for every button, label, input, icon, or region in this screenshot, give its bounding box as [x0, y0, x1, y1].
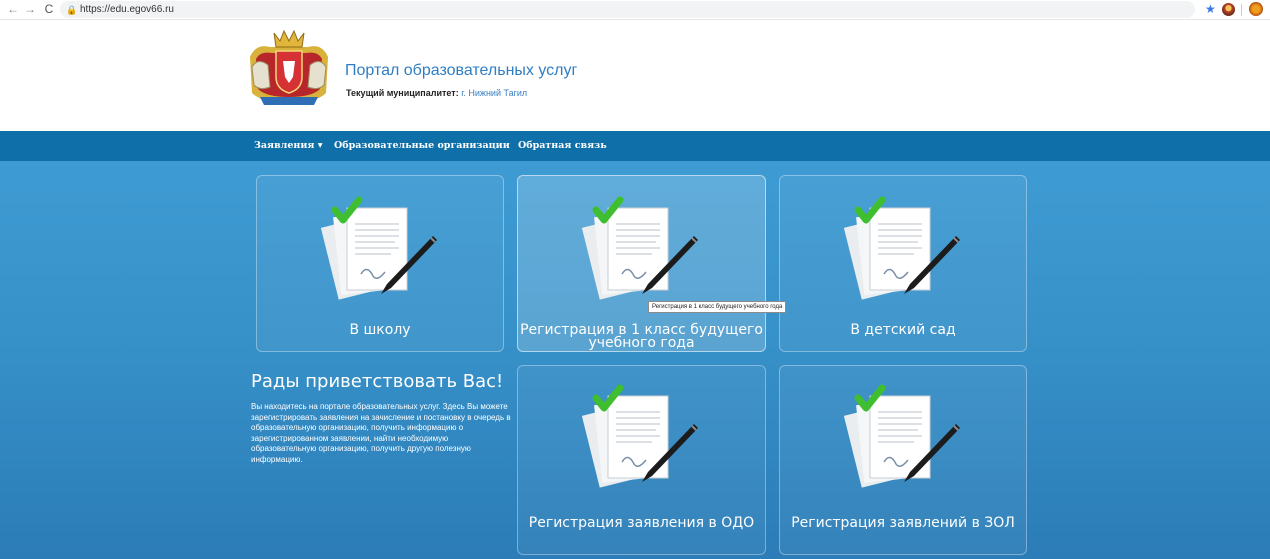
document-signing-icon: [843, 196, 960, 300]
tile-school[interactable]: В школу: [256, 175, 504, 352]
tile-label: Регистрация заявления в ОДО: [528, 515, 755, 531]
nav-applications-dropdown[interactable]: Заявления ▾: [254, 140, 322, 151]
document-signing-icon: [581, 384, 698, 488]
toolbar-divider: [1241, 4, 1242, 16]
tile-first-grade-registration[interactable]: Регистрация в 1 класс будущего учебного …: [517, 175, 766, 352]
document-signing-icon: [581, 196, 698, 300]
back-icon[interactable]: ←: [6, 2, 20, 16]
welcome-text: Вы находитесь на портале образовательных…: [251, 402, 511, 464]
current-municipality: Текущий муниципалитет: г. Нижний Тагил: [346, 88, 527, 98]
address-url[interactable]: https://edu.egov66.ru: [80, 3, 174, 17]
extension-icon[interactable]: [1249, 2, 1263, 16]
tile-tooltip: Регистрация в 1 класс будущего учебного …: [648, 301, 787, 313]
main-navigation: Заявления ▾ Образовательные организации …: [0, 131, 1270, 161]
tile-label: Регистрация в 1 класс будущего учебного …: [520, 322, 763, 351]
tile-label: В детский сад: [850, 322, 956, 338]
tile-label: Регистрация заявлений в ЗОЛ: [791, 515, 1015, 531]
bookmark-star-icon[interactable]: ★: [1205, 2, 1216, 16]
document-signing-icon: [843, 384, 960, 488]
coat-of-arms-icon[interactable]: [246, 27, 332, 107]
tile-odo-registration[interactable]: Регистрация заявления в ОДО: [517, 365, 766, 555]
address-bar[interactable]: [60, 1, 1195, 18]
tile-zol-registration[interactable]: Регистрация заявлений в ЗОЛ: [779, 365, 1027, 555]
tile-label: В школу: [349, 322, 411, 338]
main-content: В школу Регистрация в 1 класс будущего у…: [0, 161, 1270, 559]
municipality-link[interactable]: г. Нижний Тагил: [461, 88, 527, 98]
portal-title[interactable]: Портал образовательных услуг: [345, 62, 577, 80]
welcome-heading: Рады приветствовать Вас!: [251, 371, 504, 392]
nav-educational-organizations[interactable]: Образовательные организации: [334, 140, 510, 151]
browser-toolbar: ← → C 🔒 https://edu.egov66.ru ★: [0, 0, 1270, 20]
extension-icon[interactable]: [1222, 3, 1235, 16]
tile-kindergarten[interactable]: В детский сад: [779, 175, 1027, 352]
reload-icon[interactable]: C: [42, 2, 56, 16]
lock-icon: 🔒: [66, 5, 78, 15]
nav-feedback[interactable]: Обратная связь: [518, 140, 607, 151]
site-header: Портал образовательных услуг Текущий мун…: [0, 20, 1270, 131]
forward-icon[interactable]: →: [23, 2, 37, 16]
municipality-label: Текущий муниципалитет:: [346, 88, 459, 98]
document-signing-icon: [320, 196, 437, 300]
